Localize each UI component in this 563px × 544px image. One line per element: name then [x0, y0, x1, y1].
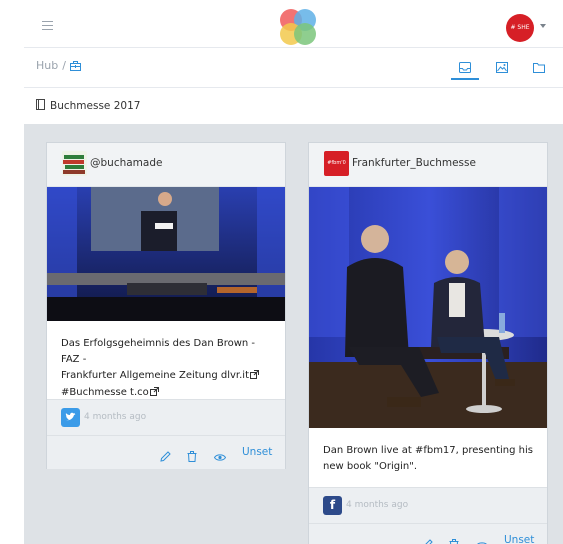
tab-inbox[interactable]: [451, 58, 479, 80]
post-link[interactable]: Frankfurter Allgemeine Zeitung dlvr.it: [61, 370, 249, 381]
user-avatar[interactable]: # SHE: [506, 14, 534, 42]
post-header: @buchamade: [47, 143, 285, 187]
post-timestamp: 4 months ago: [346, 500, 409, 510]
feed-area: @buchamade Das Erfolgsgeheimnis des Dan …: [24, 124, 563, 544]
edit-icon[interactable]: [160, 447, 171, 466]
author-name[interactable]: Frankfurter_Buchmesse: [352, 157, 476, 169]
post-card: #fbm'0 Frankfurter_Buchmesse Dan Brown l…: [308, 142, 548, 544]
image-icon: [496, 62, 508, 73]
unset-button[interactable]: Unset: [242, 446, 272, 458]
eye-icon[interactable]: [476, 535, 488, 544]
breadcrumb: Hub /: [36, 59, 81, 74]
page-title: Buchmesse 2017: [36, 99, 140, 113]
post-header: #fbm'0 Frankfurter_Buchmesse: [309, 143, 547, 187]
post-card: @buchamade Das Erfolgsgeheimnis des Dan …: [46, 142, 286, 469]
top-bar: # SHE: [24, 0, 563, 48]
post-text-line: Das Erfolgsgeheimnis des Dan Brown - FAZ…: [61, 338, 256, 365]
post-text-line: Dan Brown live at #fbm17, presenting his: [323, 445, 533, 456]
post-meta: 4 months ago: [47, 399, 285, 435]
tab-folders[interactable]: [525, 58, 553, 80]
chevron-down-icon[interactable]: [540, 24, 546, 28]
trash-icon[interactable]: [187, 447, 197, 466]
post-meta: f 4 months ago: [309, 487, 547, 523]
post-text-line: new book "Origin".: [323, 461, 418, 472]
hamburger-icon[interactable]: [42, 21, 53, 30]
briefcase-icon[interactable]: [69, 61, 81, 74]
post-timestamp: 4 months ago: [84, 412, 147, 422]
post-image[interactable]: [309, 187, 547, 428]
post-text: Dan Brown live at #fbm17, presenting his…: [309, 428, 547, 475]
external-link-icon[interactable]: [249, 369, 259, 385]
trash-icon[interactable]: [449, 535, 459, 544]
twitter-icon: [61, 408, 80, 427]
post-text: Das Erfolgsgeheimnis des Dan Brown - FAZ…: [47, 321, 285, 402]
post-actions: Unset: [47, 435, 285, 469]
app: # SHE Hub / Buchmesse 2017 @buchamade Da…: [0, 0, 563, 544]
tab-images[interactable]: [488, 58, 516, 80]
breadcrumb-bar: Hub /: [24, 48, 563, 88]
breadcrumb-hub-link[interactable]: Hub: [36, 59, 58, 72]
folder-icon: [533, 63, 545, 73]
unset-button[interactable]: Unset: [504, 534, 534, 544]
app-logo[interactable]: [280, 9, 316, 45]
facebook-icon: f: [323, 496, 342, 515]
author-name[interactable]: @buchamade: [90, 157, 162, 169]
page-title-text: Buchmesse 2017: [50, 100, 141, 112]
post-text-line: Frankfurter Allgemeine Zeitung dlvr.it: [61, 368, 271, 385]
post-actions: Unset: [309, 523, 547, 544]
document-icon: [36, 99, 45, 113]
post-image[interactable]: [47, 187, 285, 321]
edit-icon[interactable]: [422, 535, 433, 544]
post-link[interactable]: #Buchmesse t.co: [61, 387, 149, 398]
title-bar: Buchmesse 2017: [24, 88, 563, 124]
author-avatar[interactable]: [62, 151, 87, 176]
author-avatar[interactable]: #fbm'0: [324, 151, 349, 176]
eye-icon[interactable]: [213, 447, 227, 466]
inbox-icon: [459, 62, 471, 73]
breadcrumb-separator: /: [62, 59, 66, 72]
